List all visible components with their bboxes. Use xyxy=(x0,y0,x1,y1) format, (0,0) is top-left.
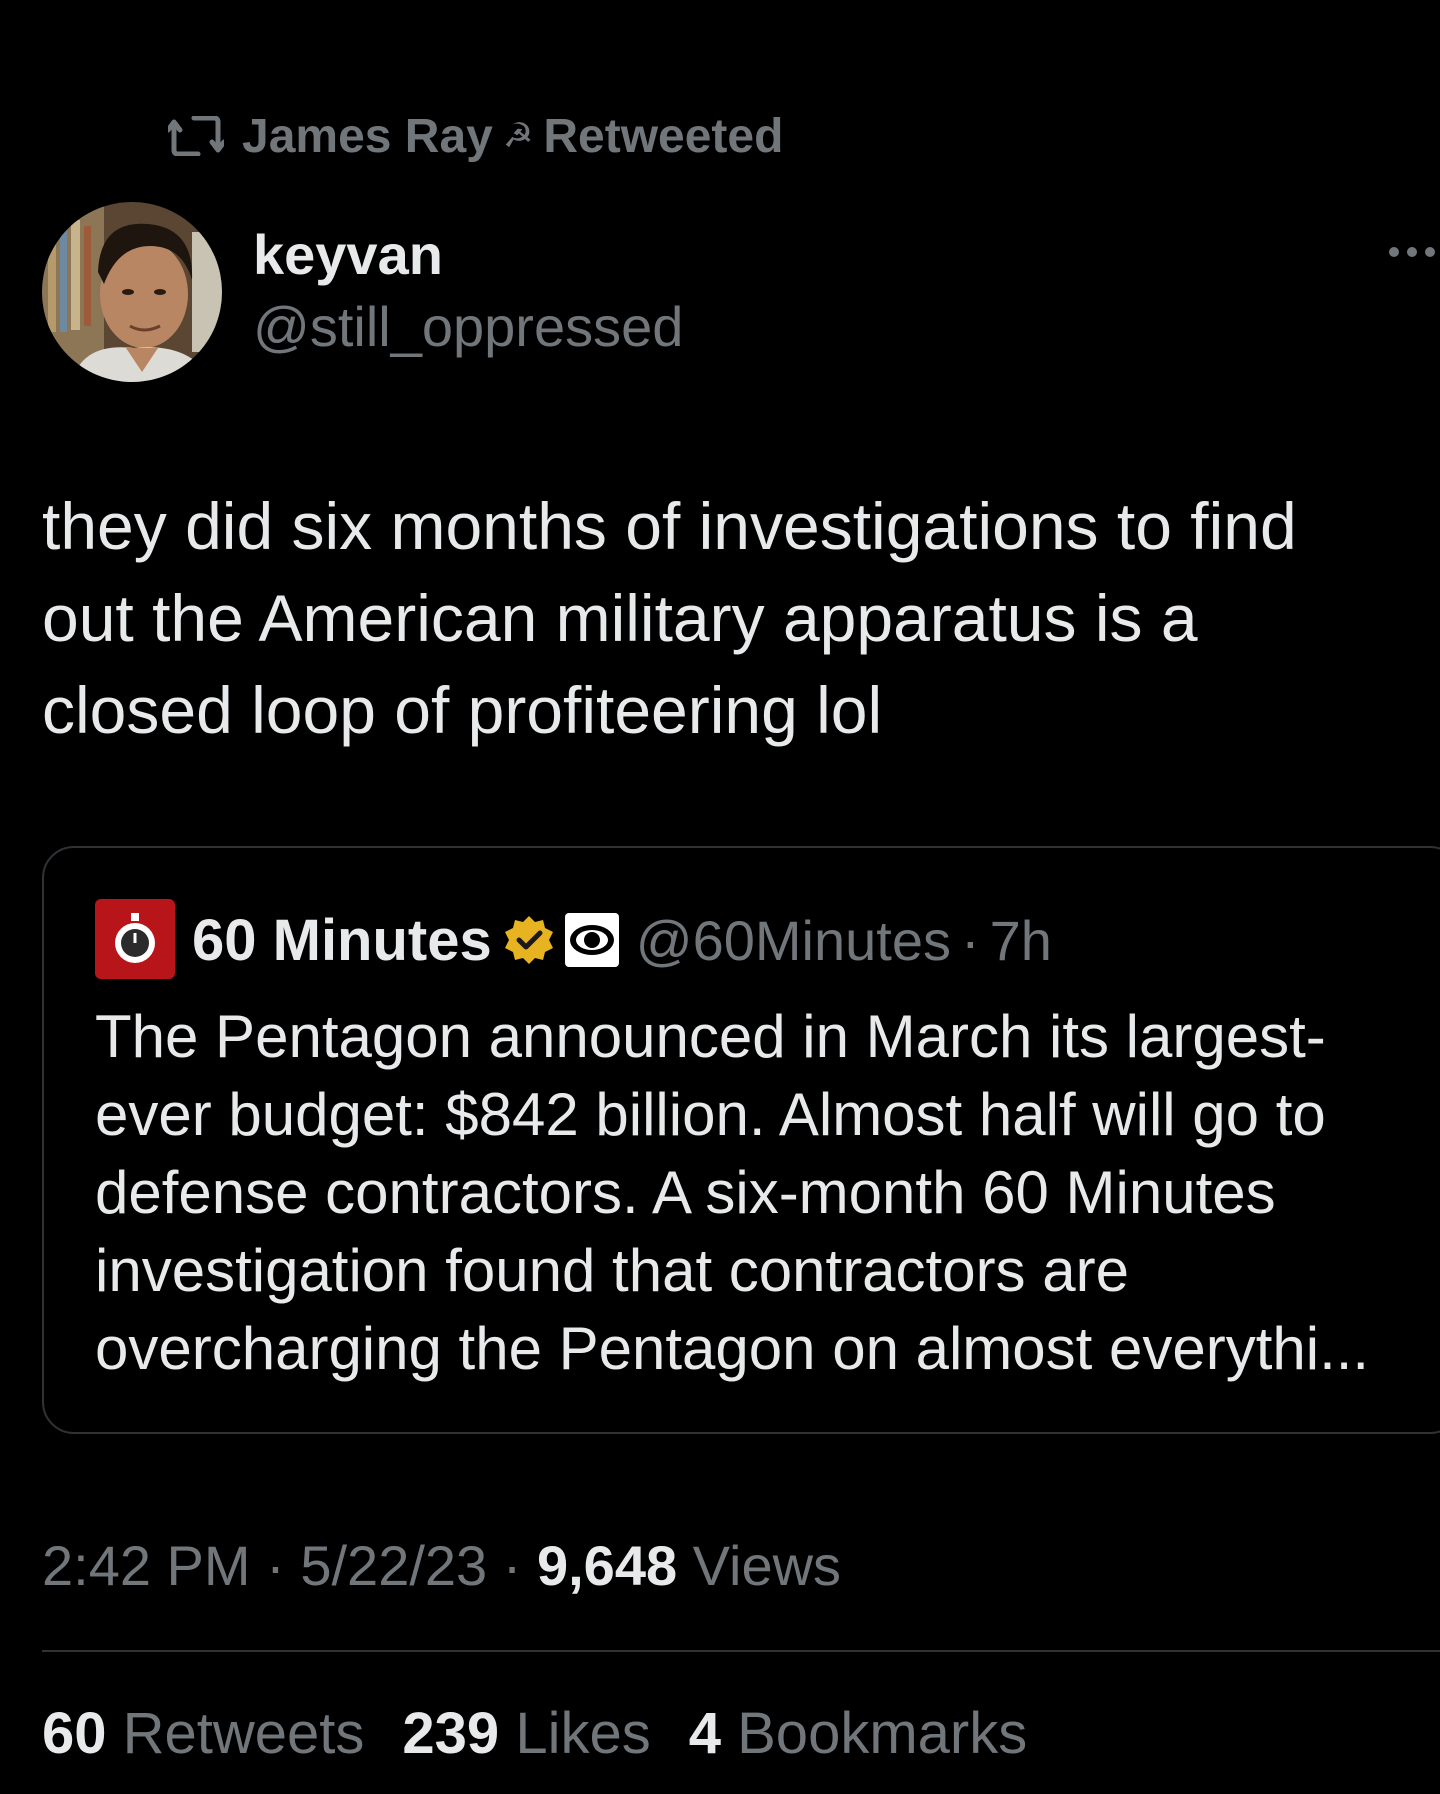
bookmarks-count: 4 xyxy=(688,1701,721,1766)
retweeter-name[interactable]: James Ray xyxy=(242,109,493,164)
divider xyxy=(42,1650,1440,1652)
views-count[interactable]: 9,648 xyxy=(537,1534,677,1597)
bookmarks-label: Bookmarks xyxy=(737,1701,1028,1766)
retweets-count: 60 xyxy=(42,1701,107,1766)
bookmarks-stat[interactable]: 4 Bookmarks xyxy=(689,1700,1027,1767)
views-label[interactable]: Views xyxy=(693,1534,841,1597)
quoted-text-line: defense contractors. A six-month 60 Minu… xyxy=(95,1159,1276,1226)
quoted-text-line: overcharging the Pentagon on almost ever… xyxy=(95,1315,1370,1382)
quoted-tweet-text: The Pentagon announced in March its larg… xyxy=(95,998,1435,1388)
tweet-time[interactable]: 2:42 PM xyxy=(42,1534,251,1597)
quoted-text-line: The Pentagon announced in March its larg… xyxy=(95,1003,1326,1070)
more-options-icon[interactable] xyxy=(1384,240,1440,264)
retweeted-label: Retweeted xyxy=(543,109,784,163)
avatar[interactable] xyxy=(42,202,222,382)
quoted-tweet-time[interactable]: 7h xyxy=(990,908,1052,973)
tweet-text-line: out the American military apparatus is a xyxy=(42,581,1198,655)
tweet-text-line: they did six months of investigations to… xyxy=(42,489,1297,563)
quoted-author-name[interactable]: 60 Minutes xyxy=(192,907,492,974)
likes-stat[interactable]: 239 Likes xyxy=(402,1700,650,1767)
verified-badge-icon[interactable] xyxy=(502,913,556,967)
likes-count: 239 xyxy=(402,1701,500,1766)
sixty-minutes-avatar[interactable] xyxy=(95,899,175,979)
quoted-text-line: ever budget: $842 billion. Almost half w… xyxy=(95,1081,1326,1148)
quoted-author-handle[interactable]: @60Minutes xyxy=(636,908,951,973)
dot-separator: · xyxy=(502,1534,522,1597)
quoted-text-line: investigation found that contractors are xyxy=(95,1237,1129,1304)
dot-separator: · xyxy=(960,908,980,972)
cbs-affiliate-icon[interactable] xyxy=(564,912,620,968)
retweet-icon xyxy=(168,116,224,156)
hammer-sickle-icon: ☭ xyxy=(502,117,534,155)
retweet-context[interactable]: James Ray ☭ Retweeted xyxy=(168,108,783,164)
likes-label: Likes xyxy=(515,1701,651,1766)
retweets-stat[interactable]: 60 Retweets xyxy=(42,1700,364,1767)
quoted-tweet-header: 60 Minutes @60Minutes · 7h xyxy=(192,904,1052,976)
tweet-date[interactable]: 5/22/23 xyxy=(300,1534,487,1597)
engagement-stats: 60 Retweets 239 Likes 4 Bookmarks xyxy=(42,1700,1027,1767)
tweet-text-line: closed loop of profiteering lol xyxy=(42,673,883,747)
tweet-text: they did six months of investigations to… xyxy=(42,480,1422,756)
author-name[interactable]: keyvan xyxy=(253,222,443,287)
retweets-label: Retweets xyxy=(122,1701,365,1766)
author-handle[interactable]: @still_oppressed xyxy=(253,294,683,359)
dot-separator: · xyxy=(266,1534,285,1597)
stopwatch-icon xyxy=(115,913,155,963)
tweet-meta: 2:42 PM · 5/22/23 · 9,648 Views xyxy=(42,1533,841,1598)
